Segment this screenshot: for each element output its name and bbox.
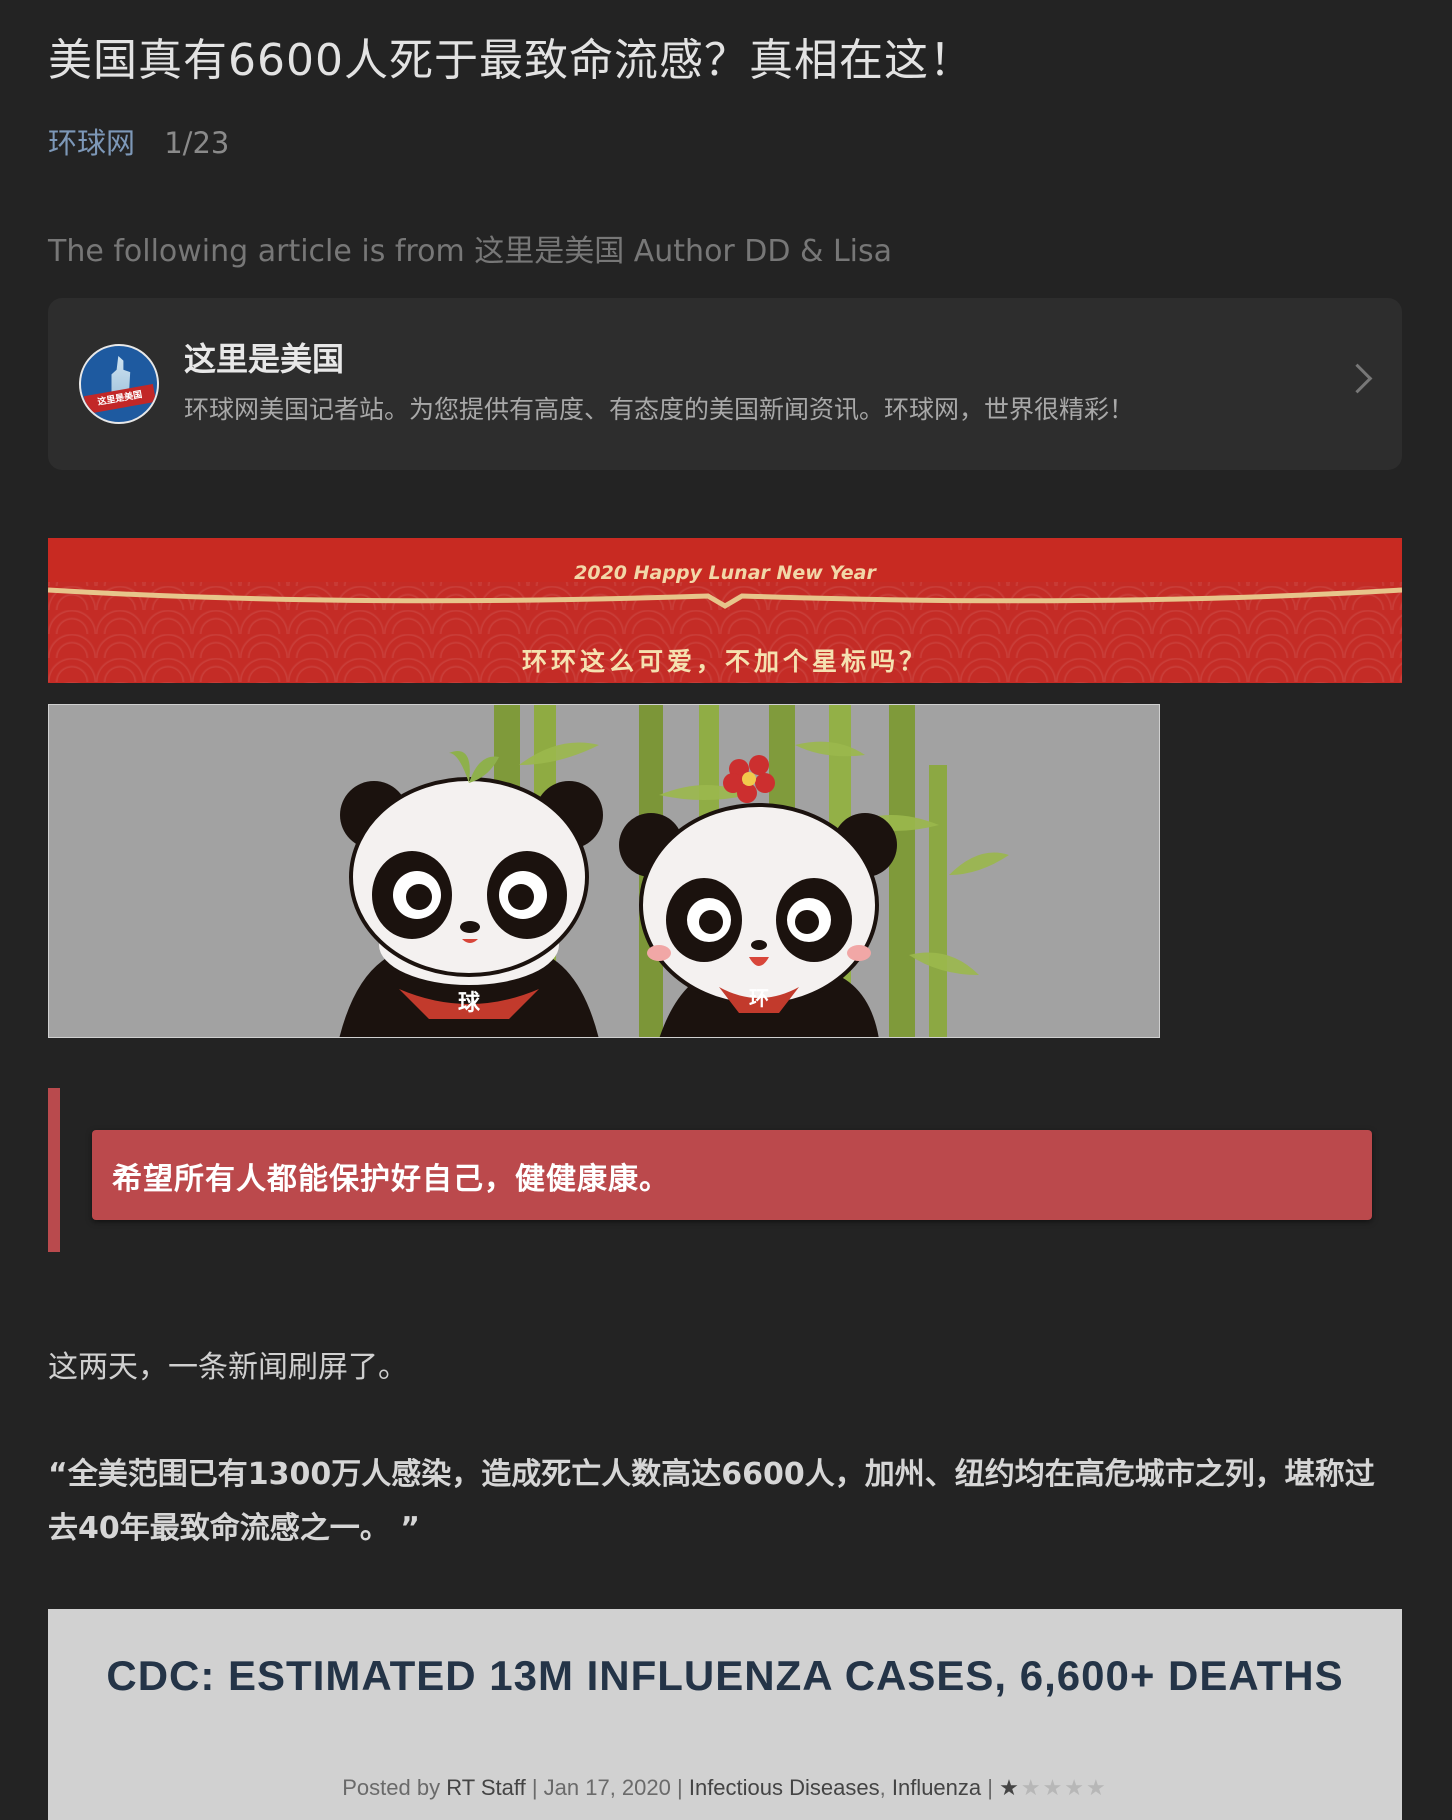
chevron-right-icon <box>1342 363 1373 394</box>
star-icon: ★ <box>999 1775 1021 1800</box>
rating-stars: ★★★★★ <box>999 1775 1108 1800</box>
publish-date: 1/23 <box>164 126 230 160</box>
body-paragraph-2: “全美范围已有1300万人感染，造成死亡人数高达6600人，加州、纽约均在高危城… <box>48 1457 1375 1546</box>
news-category-1: Infectious Diseases <box>688 1775 880 1800</box>
left-bib-text: 球 <box>458 991 481 1016</box>
star-icon: ★ <box>1064 1775 1087 1800</box>
quote-accent-bar <box>48 1088 60 1252</box>
star-icon: ★ <box>1086 1775 1108 1800</box>
from-line: The following article is from 这里是美国 Auth… <box>48 234 893 269</box>
account-avatar: 这里是美国 <box>79 344 159 424</box>
news-date: Jan 17, 2020 <box>543 1775 671 1800</box>
source-link[interactable]: 环球网 <box>48 126 135 160</box>
account-profile-card[interactable]: 这里是美国 这里是美国 环球网美国记者站。为您提供有高度、有态度的美国新闻资讯。… <box>48 298 1402 470</box>
account-description: 环球网美国记者站。为您提供有高度、有态度的美国新闻资讯。环球网，世界很精彩！ <box>184 395 1135 424</box>
panda-mascot-image: 球 环 <box>48 704 1160 1038</box>
news-screenshot-image: CDC: ESTIMATED 13M INFLUENZA CASES, 6,60… <box>48 1609 1402 1820</box>
posted-by-label: Posted by <box>342 1775 441 1800</box>
star-prompt-banner[interactable]: 2020 Happy Lunar New Year 环环这么可爱，不加个星标吗？ <box>48 538 1402 683</box>
news-headline: CDC: ESTIMATED 13M INFLUENZA CASES, 6,60… <box>106 1652 1344 1699</box>
news-category-2: Influenza <box>891 1775 982 1800</box>
account-name: 这里是美国 <box>184 340 345 378</box>
right-bib-text: 环 <box>749 986 769 1010</box>
star-icon: ★ <box>1020 1775 1043 1800</box>
banner-prompt-text: 环环这么可爱，不加个星标吗？ <box>521 647 928 676</box>
news-byline: Posted by RT Staff | Jan 17, 2020 | Infe… <box>342 1775 1108 1800</box>
banner-gold-curve <box>48 587 1402 609</box>
highlight-quote-text: 希望所有人都能保护好自己，健健康康。 <box>112 1162 670 1197</box>
body-paragraph-1: 这两天，一条新闻刷屏了。 <box>48 1350 408 1385</box>
star-icon: ★ <box>1042 1775 1065 1800</box>
panda-left: 球 <box>339 751 603 1037</box>
article-title: 美国真有6600人死于最致命流感？真相在这！ <box>48 35 974 86</box>
article-meta: 环球网 1/23 <box>48 120 229 162</box>
highlight-quote: 希望所有人都能保护好自己，健健康康。 <box>92 1130 1372 1220</box>
news-author: RT Staff <box>446 1775 526 1800</box>
